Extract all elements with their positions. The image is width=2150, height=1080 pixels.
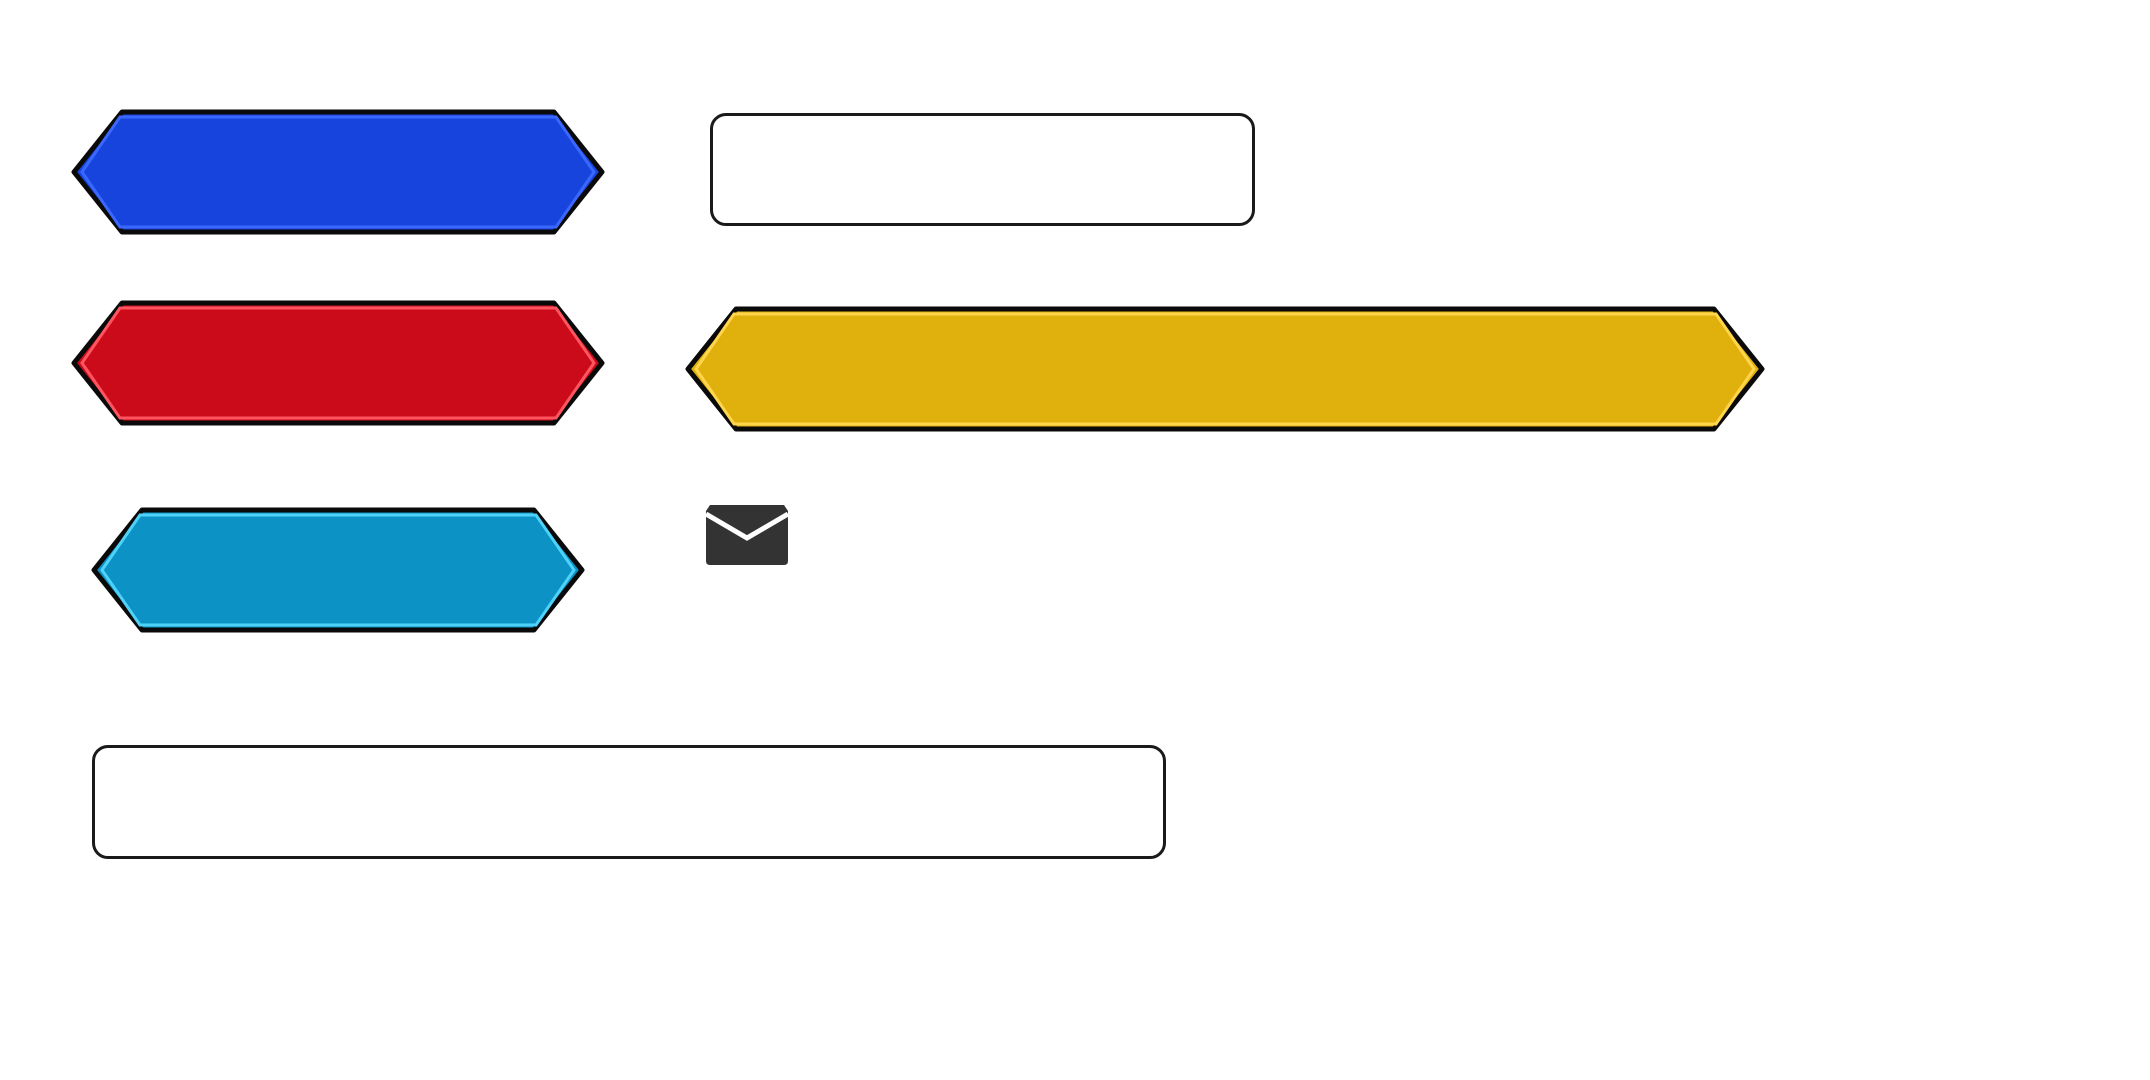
cyan-hex-button-shape: [91, 507, 585, 633]
game-ui-canvas: [0, 0, 2150, 1080]
yellow-hex-button[interactable]: [685, 306, 1765, 432]
red-hex-button-shape: [71, 300, 605, 426]
blue-hex-button-shape: [71, 109, 605, 235]
yellow-hex-button-shape: [685, 306, 1765, 432]
top-text-field[interactable]: [710, 113, 1255, 226]
red-hex-button[interactable]: [71, 300, 605, 426]
envelope-icon-graphic: [706, 505, 788, 565]
bottom-text-field[interactable]: [92, 745, 1166, 859]
cyan-hex-button[interactable]: [91, 507, 585, 633]
envelope-icon[interactable]: [706, 505, 788, 565]
blue-hex-button[interactable]: [71, 109, 605, 235]
